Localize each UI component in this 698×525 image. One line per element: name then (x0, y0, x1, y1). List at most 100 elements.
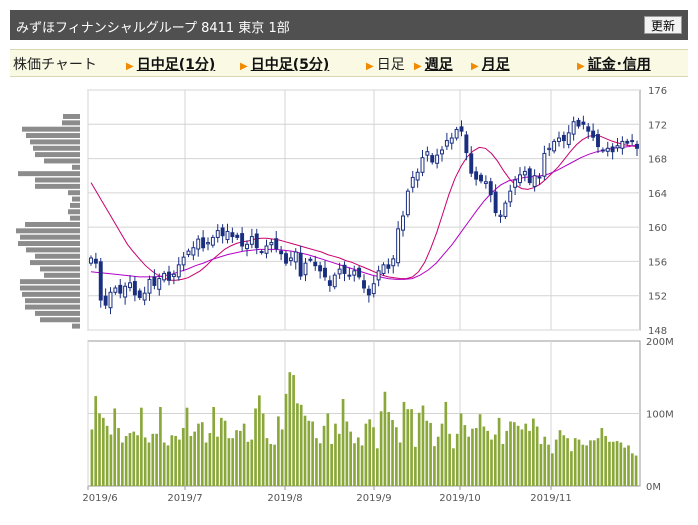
volume-bar (238, 430, 242, 486)
candle-body (235, 234, 240, 238)
candle-body (396, 228, 401, 264)
volume-bar (101, 417, 105, 486)
candle-body (415, 171, 420, 181)
volume-bar (448, 433, 451, 486)
volume-bar (490, 439, 493, 486)
volume-bar (212, 406, 216, 486)
volume-bar (440, 423, 444, 486)
volume-tick-label: 200M (646, 337, 674, 348)
candle-body (542, 152, 547, 177)
candle-body (113, 287, 118, 293)
volume-bar (497, 417, 501, 486)
candle-body (108, 291, 113, 309)
candle-body (391, 258, 396, 267)
volume-bar (307, 420, 311, 486)
candle-body (123, 285, 128, 298)
price-volume-profile-bar (72, 196, 80, 202)
candle-body (269, 242, 274, 246)
candle-body (162, 272, 167, 281)
price-volume-profile-bar (33, 145, 80, 151)
candle-body (620, 140, 625, 149)
price-volume-profile-bar (35, 310, 80, 316)
candle-body (435, 154, 440, 164)
price-tick-label: 168 (648, 155, 667, 166)
price-tick-label: 152 (648, 292, 667, 303)
volume-bar (471, 428, 474, 486)
volume-bar (566, 438, 569, 486)
price-volume-profile-bar (68, 209, 80, 215)
volume-bar (417, 412, 421, 486)
price-tick-label: 160 (648, 223, 667, 234)
volume-bar (387, 412, 391, 486)
candle-body (449, 137, 454, 144)
volume-bar (265, 438, 269, 486)
candle-body (284, 253, 288, 264)
volume-bar (292, 375, 295, 486)
volume-bar (474, 428, 478, 486)
volume-bar (360, 445, 364, 486)
volume-bar (600, 428, 604, 486)
volume-bar (345, 421, 349, 486)
price-volume-profile-bar (16, 228, 80, 234)
volume-bar (254, 408, 257, 486)
candle-body (571, 121, 576, 135)
volume-bar (524, 423, 528, 486)
volume-bar (303, 415, 307, 486)
candle-body (147, 278, 152, 294)
x-tick-label: 2019/9 (356, 493, 391, 504)
candle-body (298, 252, 303, 277)
volume-bar (589, 440, 592, 486)
candle-body (576, 119, 581, 127)
volume-bar (414, 446, 417, 486)
price-volume-profile-bar (72, 323, 80, 329)
candle-body (371, 283, 376, 295)
volume-tick-label: 0M (646, 482, 661, 493)
candle-body (498, 214, 503, 217)
volume-bar (368, 419, 372, 486)
volume-bar (528, 430, 531, 486)
volume-bar (136, 435, 139, 486)
volume-bar (615, 441, 619, 486)
volume-bar (608, 441, 611, 486)
price-volume-profile-bar (25, 304, 80, 310)
price-volume-profile-bar (35, 253, 80, 259)
volume-bar (467, 436, 470, 486)
volume-bar (459, 413, 463, 486)
price-tick-label: 148 (648, 326, 667, 337)
candle-body (605, 147, 610, 152)
candle-body (240, 233, 245, 247)
candle-body (513, 179, 518, 188)
volume-bar (455, 433, 459, 486)
candle-body (625, 140, 630, 144)
candle-body (488, 181, 493, 196)
candle-body (118, 284, 123, 294)
price-volume-profile-bar (62, 120, 80, 126)
candle-body (352, 270, 357, 276)
price-tick-label: 176 (648, 86, 667, 97)
candle-body (444, 140, 449, 147)
candle-body (401, 215, 405, 231)
candle-body (303, 262, 308, 276)
volume-bar (311, 421, 314, 486)
candle-body (142, 292, 147, 301)
candle-body (483, 181, 488, 184)
volume-bar (318, 443, 322, 486)
x-tick-label: 2019/6 (82, 493, 117, 504)
candle-body (254, 233, 259, 249)
candle-body (308, 258, 313, 261)
volume-bar (478, 414, 482, 486)
price-volume-profile-bar (63, 114, 80, 119)
price-volume-profile-bar (20, 279, 80, 285)
volume-bar (296, 403, 299, 486)
candle-body (405, 190, 410, 216)
volume-bar (121, 442, 124, 486)
volume-bar (406, 409, 410, 486)
volume-bar (353, 443, 356, 486)
volume-bar (543, 436, 547, 486)
volume-bar (436, 436, 440, 486)
price-volume-profile-bar (30, 260, 80, 266)
volume-bar (532, 418, 535, 486)
volume-bar (322, 425, 326, 486)
volume-bar (159, 406, 162, 486)
candle-body (137, 290, 142, 298)
